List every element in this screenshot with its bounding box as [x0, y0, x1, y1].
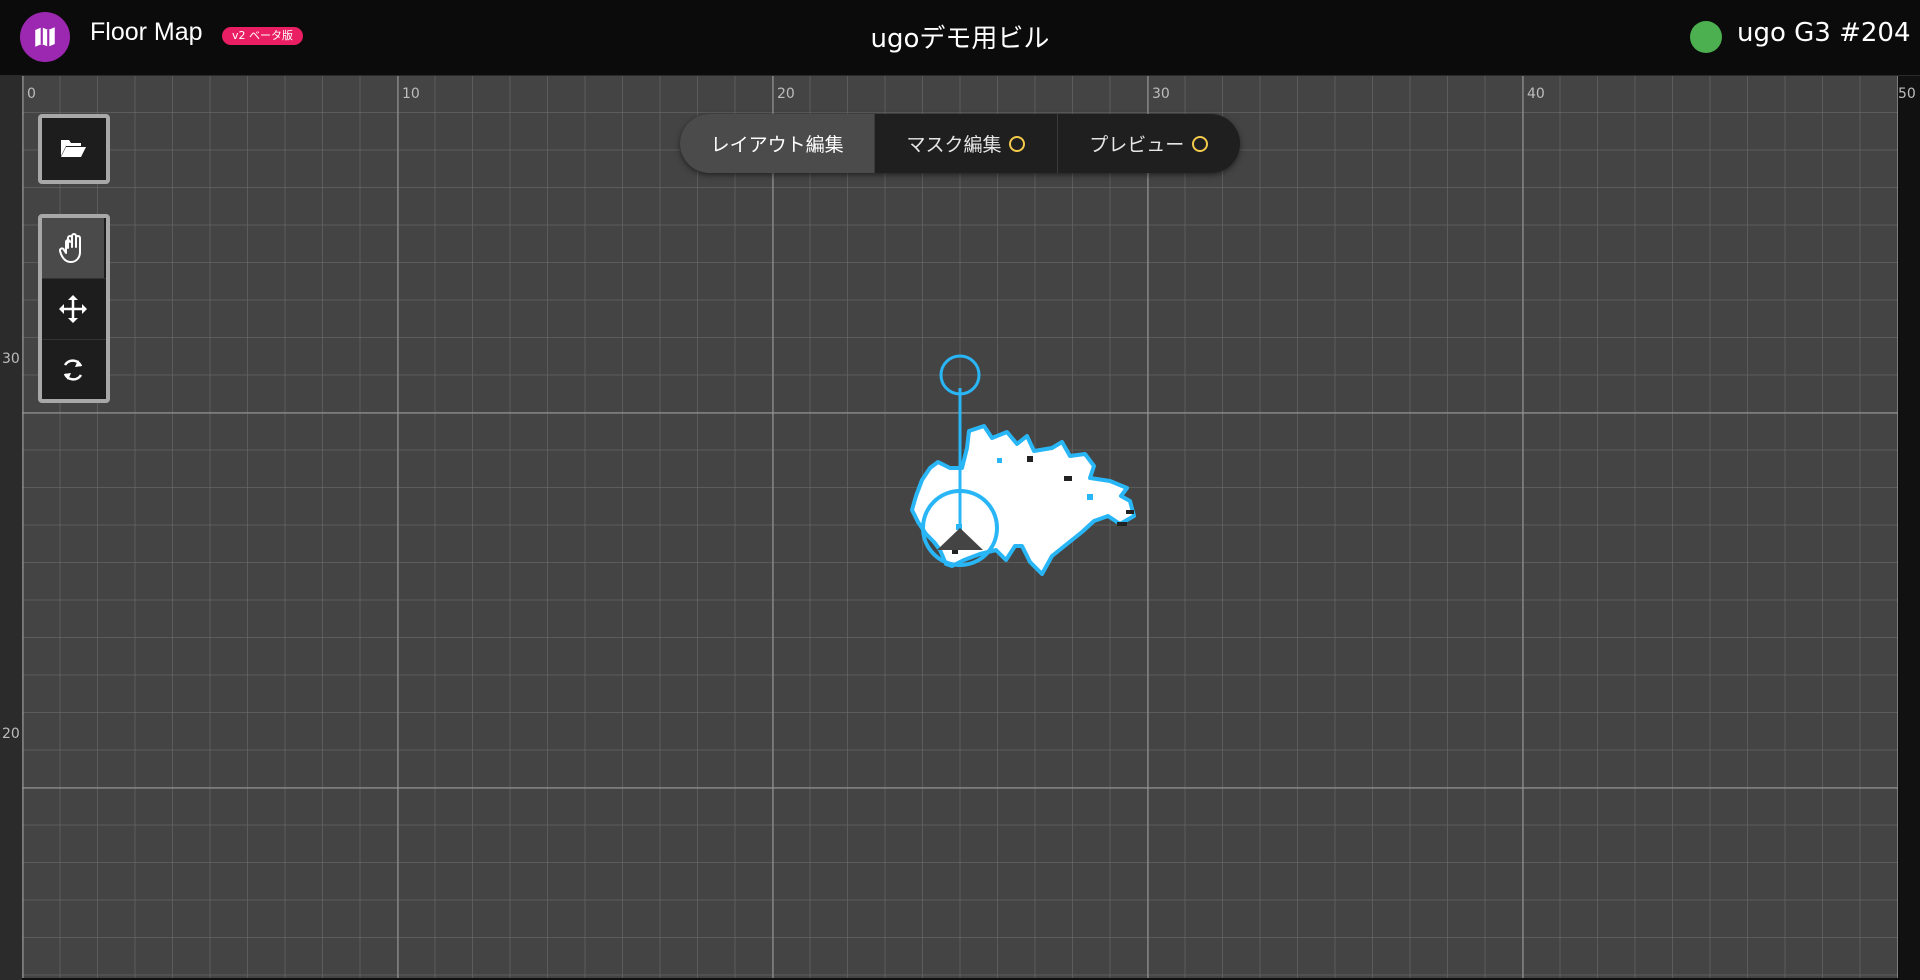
x-axis-label: 0: [27, 86, 36, 102]
x-axis-label: 10: [402, 86, 420, 102]
rotate-icon: [63, 359, 83, 381]
move-arrows-icon: [59, 295, 87, 323]
x-axis-label: 20: [777, 86, 795, 102]
x-axis-label: 30: [1152, 86, 1170, 102]
rotate-tool-button[interactable]: [42, 340, 104, 400]
navigation-tool-panel: [38, 214, 110, 403]
tab-label: マスク編集: [906, 134, 1002, 156]
folder-open-icon: [61, 140, 86, 157]
scanned-area: [910, 424, 1136, 576]
pending-status-icon: [1009, 135, 1026, 152]
tab-layout-edit[interactable]: レイアウト編集: [680, 114, 875, 173]
robot-map-scan: [910, 354, 1136, 576]
y-axis-label: 30: [2, 351, 20, 367]
pan-tool-button[interactable]: [42, 218, 104, 278]
y-axis-label: 20: [2, 726, 20, 742]
x-axis-label: 40: [1527, 86, 1545, 102]
pending-status-icon: [1192, 135, 1209, 152]
canvas-left-ruler: [0, 76, 22, 980]
tab-preview[interactable]: プレビュー: [1056, 114, 1240, 173]
open-file-button[interactable]: [42, 118, 104, 178]
tab-mask-edit[interactable]: マスク編集: [874, 114, 1056, 173]
mode-tab-bar: レイアウト編集 マスク編集 プレビュー: [680, 114, 1240, 173]
move-tool-button[interactable]: [42, 279, 104, 339]
robot-status-indicator: [1690, 21, 1722, 53]
app-header: Floor Map v2 ベータ版 ugoデモ用ビル ugo G3 #204: [0, 0, 1920, 76]
hand-icon: [59, 233, 81, 263]
robot-name[interactable]: ugo G3 #204: [1737, 18, 1911, 48]
tab-label: プレビュー: [1089, 134, 1185, 156]
x-axis-label: 50: [1898, 86, 1916, 102]
building-title: ugoデモ用ビル: [870, 24, 1050, 54]
floor-map-canvas[interactable]: [22, 76, 1898, 978]
file-tool-panel: [38, 114, 110, 184]
tab-label: レイアウト編集: [710, 134, 844, 156]
